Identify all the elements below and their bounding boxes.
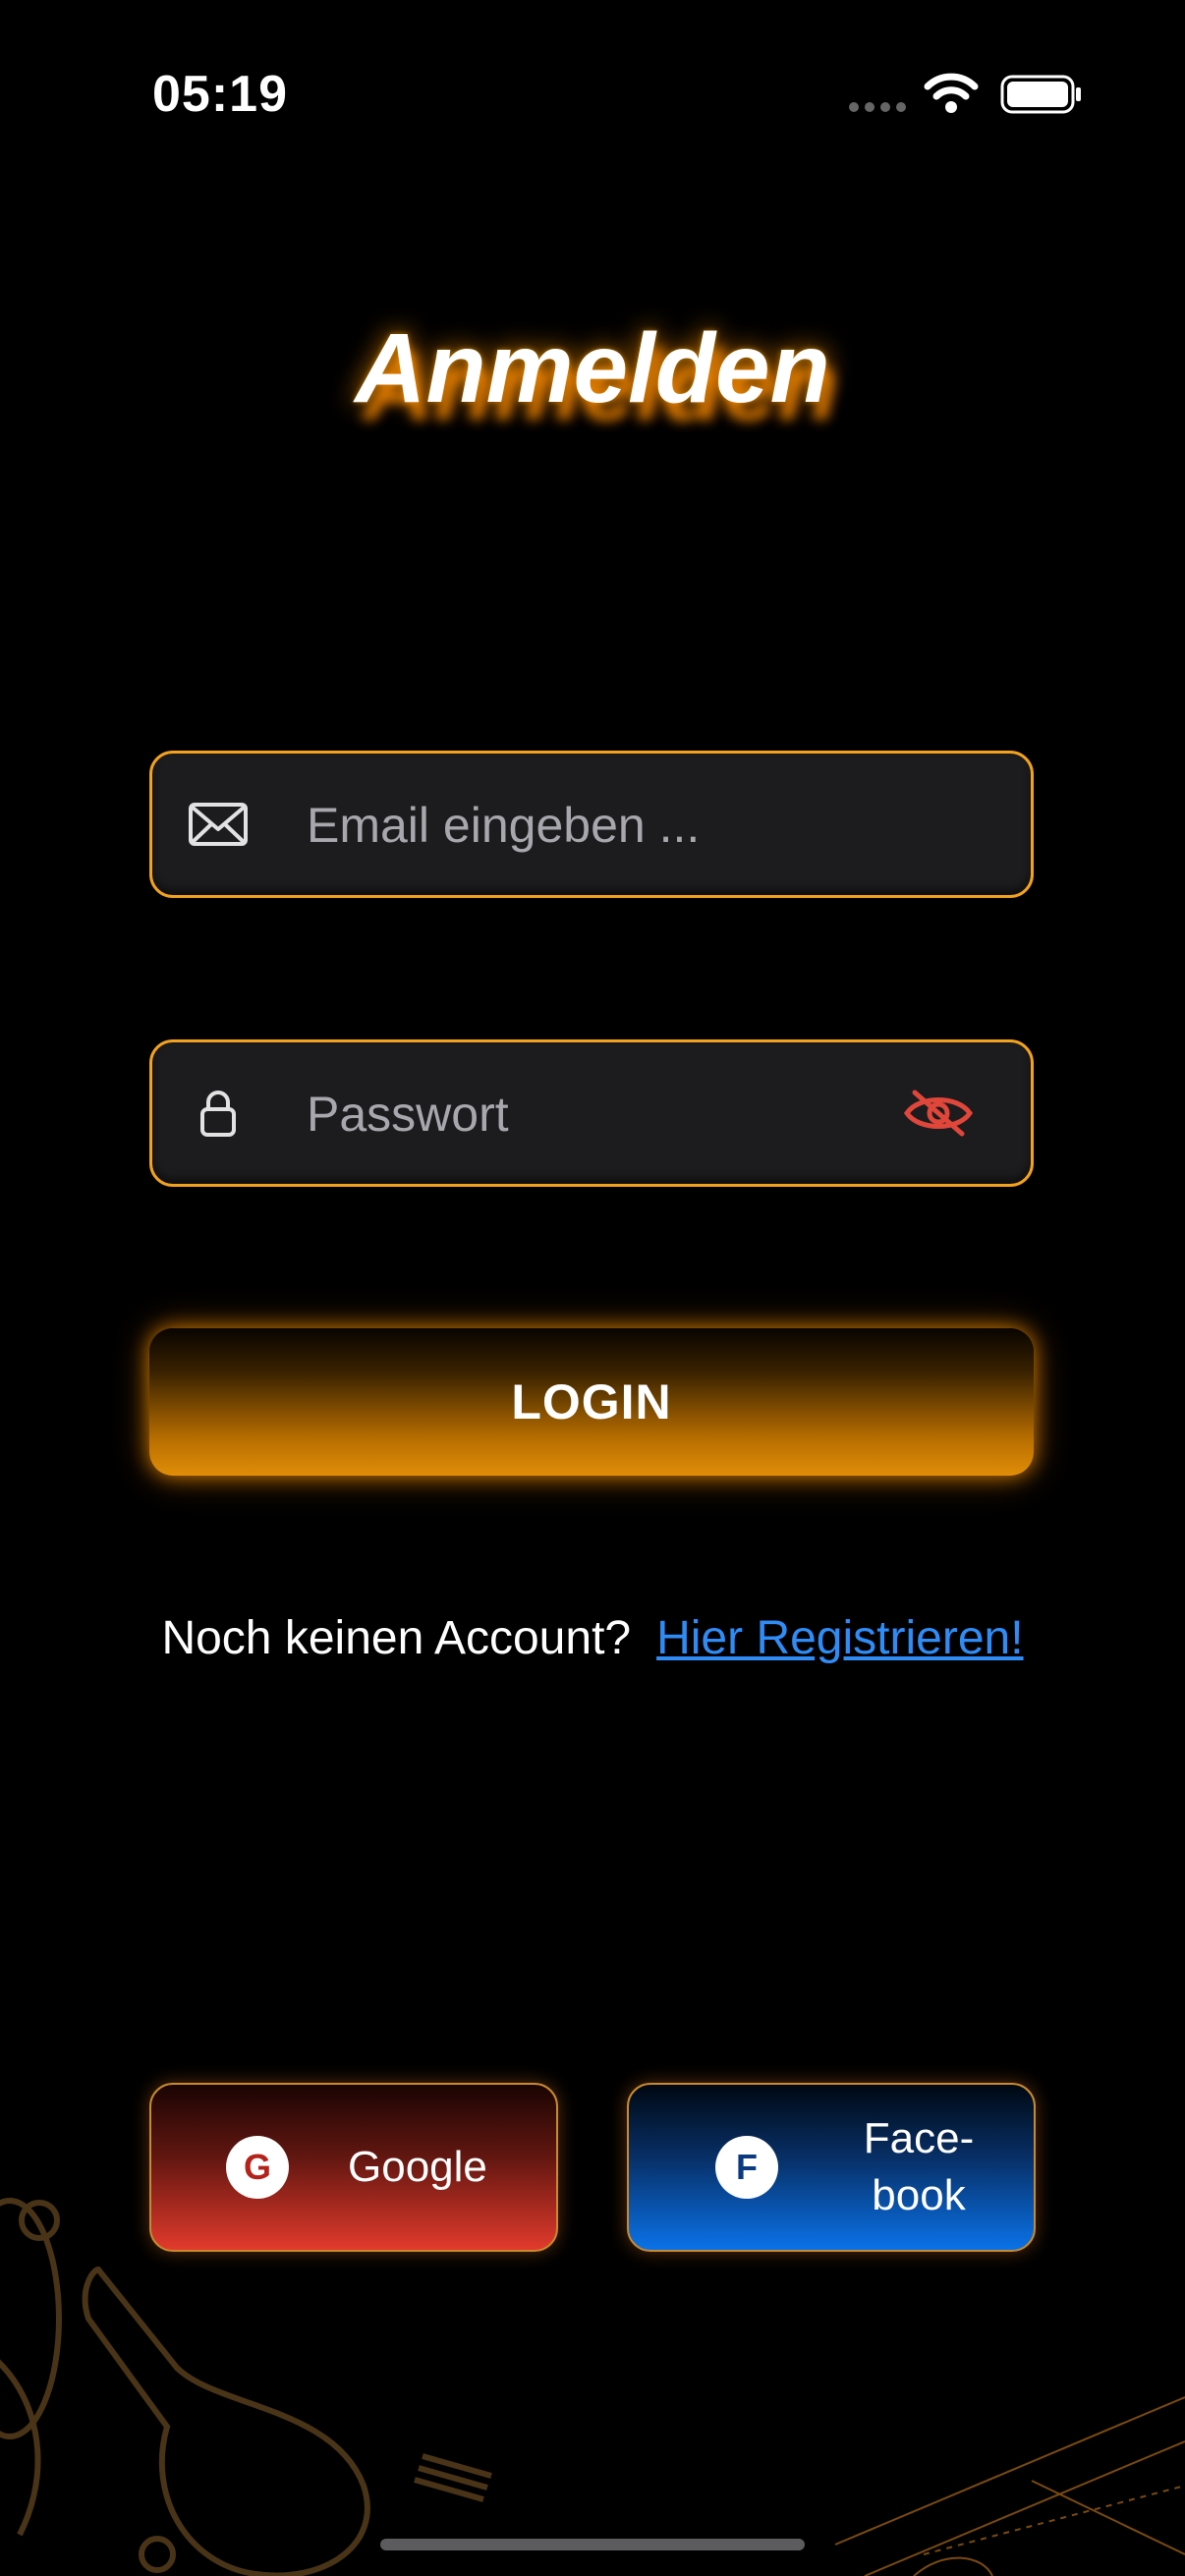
lock-icon bbox=[200, 1091, 236, 1137]
battery-icon bbox=[1000, 75, 1081, 114]
facebook-label-line1: Face- bbox=[863, 2114, 975, 2162]
register-row: Noch keinen Account? Hier Registrieren! bbox=[0, 1611, 1185, 1665]
wifi-icon bbox=[924, 73, 979, 113]
eye-slash-icon[interactable] bbox=[903, 1089, 974, 1138]
login-button[interactable]: LOGIN bbox=[149, 1328, 1034, 1476]
table-tennis-decoration bbox=[0, 2198, 1185, 2576]
status-bar: 05:19 bbox=[0, 0, 1185, 187]
status-time: 05:19 bbox=[152, 66, 288, 123]
register-link[interactable]: Hier Registrieren! bbox=[656, 1612, 1023, 1664]
home-indicator[interactable] bbox=[380, 2539, 805, 2550]
register-prompt: Noch keinen Account? bbox=[161, 1612, 632, 1664]
password-field[interactable] bbox=[149, 1039, 1034, 1187]
email-input[interactable] bbox=[305, 754, 977, 897]
email-field[interactable] bbox=[149, 751, 1034, 898]
password-input[interactable] bbox=[305, 1042, 977, 1186]
mail-icon bbox=[189, 803, 248, 846]
cellular-signal-icon bbox=[849, 102, 906, 112]
page-title: Anmelden bbox=[355, 313, 830, 423]
